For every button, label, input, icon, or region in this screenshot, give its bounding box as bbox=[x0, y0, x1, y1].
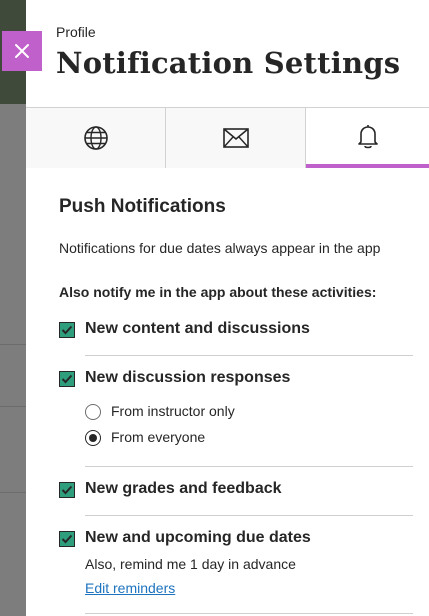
edit-reminders-link[interactable]: Edit reminders bbox=[85, 580, 175, 596]
checkbox-due-dates[interactable] bbox=[59, 531, 75, 547]
background-page bbox=[0, 0, 26, 616]
checkbox-discussion-responses[interactable] bbox=[59, 371, 75, 387]
background-divider bbox=[0, 344, 26, 345]
option-label[interactable]: New grades and feedback bbox=[85, 480, 282, 498]
divider bbox=[85, 466, 413, 467]
check-icon bbox=[61, 534, 73, 544]
check-icon bbox=[61, 485, 73, 495]
section-title: Push Notifications bbox=[59, 196, 226, 217]
radio-label[interactable]: From everyone bbox=[111, 429, 205, 445]
radio-everyone[interactable] bbox=[85, 430, 101, 446]
tab-push-settings[interactable] bbox=[306, 108, 429, 168]
check-icon bbox=[61, 325, 73, 335]
radio-instructor-only[interactable] bbox=[85, 404, 101, 420]
tab-email-settings[interactable] bbox=[166, 108, 306, 168]
option-label[interactable]: New content and discussions bbox=[85, 320, 310, 338]
notification-settings-panel: Profile Notification Settings Push Notif… bbox=[26, 0, 429, 616]
checkbox-grades-feedback[interactable] bbox=[59, 482, 75, 498]
close-button[interactable] bbox=[2, 31, 42, 71]
background-content bbox=[0, 104, 26, 616]
breadcrumb[interactable]: Profile bbox=[56, 24, 96, 40]
reminder-note: Also, remind me 1 day in advance bbox=[85, 556, 296, 572]
intro-text: Notifications for due dates always appea… bbox=[59, 240, 381, 256]
bell-icon bbox=[357, 125, 378, 149]
option-label[interactable]: New and upcoming due dates bbox=[85, 529, 311, 547]
option-label[interactable]: New discussion responses bbox=[85, 369, 290, 387]
panel-header: Profile Notification Settings bbox=[26, 0, 429, 108]
background-divider bbox=[0, 492, 26, 493]
close-icon bbox=[15, 44, 29, 58]
globe-icon bbox=[83, 126, 108, 150]
check-icon bbox=[61, 374, 73, 384]
envelope-icon bbox=[222, 128, 249, 148]
page-title: Notification Settings bbox=[56, 46, 401, 80]
divider bbox=[85, 515, 413, 516]
tab-global-settings[interactable] bbox=[26, 108, 166, 168]
activities-subheading: Also notify me in the app about these ac… bbox=[59, 284, 377, 300]
divider bbox=[85, 355, 413, 356]
checkbox-new-content[interactable] bbox=[59, 322, 75, 338]
background-divider bbox=[0, 406, 26, 407]
divider bbox=[85, 613, 413, 614]
radio-label[interactable]: From instructor only bbox=[111, 403, 235, 419]
tab-bar bbox=[26, 108, 429, 168]
